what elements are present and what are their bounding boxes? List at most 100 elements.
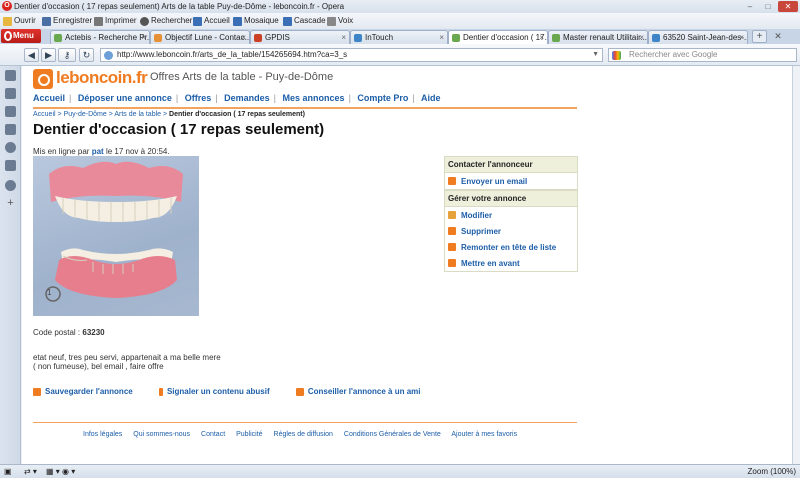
tab-saint-jean[interactable]: 63520 Saint-Jean-des-... × [648, 30, 748, 44]
new-tab-button[interactable]: + [752, 30, 767, 43]
printer-icon [94, 16, 103, 26]
close-window-button[interactable]: ✕ [778, 1, 798, 12]
links-panel-icon[interactable] [5, 106, 16, 117]
dropdown-icon[interactable]: ▼ [592, 49, 599, 61]
nav-aide[interactable]: Aide [421, 93, 441, 103]
header-title: Offres Arts de la table - Puy-de-Dôme [150, 71, 334, 83]
crumb-category[interactable]: Arts de la table [114, 111, 161, 118]
nav-demandes[interactable]: Demandes [224, 93, 270, 103]
edit-link[interactable]: Modifier [445, 207, 577, 223]
forward-button[interactable]: ▶ [41, 48, 56, 62]
favicon-icon [154, 34, 162, 42]
footer-about[interactable]: Qui sommes-nous [133, 431, 190, 438]
tile-button[interactable]: Mosaique [233, 13, 279, 29]
history-panel-icon[interactable] [5, 142, 16, 153]
tab-actebis[interactable]: Actebis - Recherche Pr... × [50, 30, 150, 44]
save-button[interactable]: Enregistrer [42, 13, 92, 29]
menu-button[interactable]: Menu [1, 29, 41, 43]
url-field[interactable]: http://www.leboncoin.fr/arts_de_la_table… [100, 48, 603, 62]
nav-offres[interactable]: Offres [185, 93, 212, 103]
disk-icon [42, 16, 51, 26]
favicon-icon [552, 34, 560, 42]
tab-close-icon[interactable]: × [539, 31, 544, 44]
back-button[interactable]: ◀ [24, 48, 39, 62]
key-icon[interactable]: ⚷ [58, 48, 76, 62]
favicon-icon [354, 34, 362, 42]
recommend-friend-link[interactable]: Conseiller l'annonce à un ami [295, 387, 433, 396]
tab-close-icon[interactable]: × [739, 31, 744, 44]
panel-toggle-icon[interactable]: ▣ [4, 465, 12, 478]
edit-label: Modifier [461, 210, 493, 220]
images-toggle-icon[interactable]: ▦ ▾ [46, 465, 60, 478]
tab-label: Master renault Utilitair... [563, 33, 648, 42]
feature-label: Mettre en avant [461, 258, 520, 268]
tab-dentier-active[interactable]: Dentier d'occasion ( 17... × [448, 30, 548, 44]
author-link[interactable]: pat [92, 147, 104, 156]
minimize-button[interactable]: – [742, 1, 758, 12]
crumb-home[interactable]: Accueil [33, 111, 56, 118]
logo-text: leboncoin [56, 68, 132, 87]
report-abuse-link[interactable]: Signaler un contenu abusif [158, 387, 282, 396]
nav-compte-pro[interactable]: Compte Pro [357, 93, 408, 103]
postal-label: Code postal : [33, 328, 81, 337]
nav-deposer[interactable]: Déposer une annonce [78, 93, 172, 103]
vertical-scrollbar[interactable] [792, 66, 800, 464]
footer-terms[interactable]: Conditions Générales de Vente [344, 431, 441, 438]
url-text: http://www.leboncoin.fr/arts_de_la_table… [117, 50, 348, 59]
info-panel-icon[interactable] [5, 180, 16, 191]
tab-close-icon[interactable]: × [241, 31, 246, 44]
downloads-panel-icon[interactable] [5, 124, 16, 135]
bump-link[interactable]: Remonter en tête de liste [445, 239, 577, 255]
maximize-button[interactable]: □ [760, 1, 776, 12]
site-footer: Infos légales Qui sommes-nous Contact Pu… [83, 431, 526, 438]
posted-prefix: Mis en ligne par [33, 147, 90, 156]
bookmarks-panel-icon[interactable] [5, 70, 16, 81]
notes-panel-icon[interactable] [5, 160, 16, 171]
ad-actions: Sauvegarder l'annonce Signaler un conten… [33, 387, 444, 398]
tab-master-renault[interactable]: Master renault Utilitair... × [548, 30, 648, 44]
footer-advertising[interactable]: Publicité [236, 431, 262, 438]
send-email-link[interactable]: Envoyer un email [445, 173, 577, 189]
cascade-button[interactable]: Cascade [283, 13, 326, 29]
tab-gpdis[interactable]: GPDIS × [250, 30, 350, 44]
nav-accueil[interactable]: Accueil [33, 93, 65, 103]
nav-mes-annonces[interactable]: Mes annonces [283, 93, 345, 103]
reload-button[interactable]: ↻ [79, 48, 94, 62]
footer-contact[interactable]: Contact [201, 431, 225, 438]
widgets-panel-icon[interactable] [5, 88, 16, 99]
favicon-icon [452, 34, 460, 42]
delete-link[interactable]: Supprimer [445, 223, 577, 239]
crumb-region[interactable]: Puy-de-Dôme [64, 111, 107, 118]
footer-favorites[interactable]: Ajouter à mes favoris [451, 431, 517, 438]
print-button[interactable]: Imprimer [94, 13, 137, 29]
nav-separator: | [69, 93, 72, 103]
search-input[interactable]: Rechercher avec Google [608, 48, 797, 62]
tab-objectif-lune[interactable]: Objectif Lune - Contac... × [150, 30, 250, 44]
footer-rules[interactable]: Règles de diffusion [274, 431, 333, 438]
open-button[interactable]: Ouvrir [3, 13, 36, 29]
feature-link[interactable]: Mettre en avant [445, 255, 577, 271]
turbo-icon[interactable]: ⇄ ▾ [24, 465, 37, 478]
contact-box: Contacter l'annonceur Envoyer un email [444, 156, 578, 190]
nav-separator: | [215, 93, 218, 103]
voice-button[interactable]: Voix [327, 13, 353, 29]
tab-close-icon[interactable]: × [639, 31, 644, 44]
save-ad-link[interactable]: Sauvegarder l'annonce [33, 387, 145, 396]
close-tab-button[interactable]: ✕ [772, 30, 784, 43]
tab-close-icon[interactable]: × [341, 31, 346, 44]
add-panel-icon[interactable]: + [5, 198, 16, 209]
home-button[interactable]: Accueil [193, 13, 230, 29]
status-bar: ▣ ⇄ ▾ ▦ ▾ ◉ ▾ Zoom (100%) [0, 464, 800, 478]
tab-intouch[interactable]: InTouch × [350, 30, 448, 44]
favicon-icon [254, 34, 262, 42]
tab-close-icon[interactable]: × [439, 31, 444, 44]
zoom-level[interactable]: Zoom (100%) [748, 465, 796, 478]
tab-close-icon[interactable]: × [141, 31, 146, 44]
find-button[interactable]: Rechercher [140, 13, 192, 29]
site-logo[interactable]: leboncoin.fr [56, 68, 148, 88]
view-options-icon[interactable]: ◉ ▾ [62, 465, 75, 478]
leboncoin-logo-icon[interactable] [33, 69, 53, 89]
nav-separator: | [412, 93, 415, 103]
ad-photo[interactable]: 1 [33, 156, 199, 316]
footer-legal[interactable]: Infos légales [83, 431, 122, 438]
